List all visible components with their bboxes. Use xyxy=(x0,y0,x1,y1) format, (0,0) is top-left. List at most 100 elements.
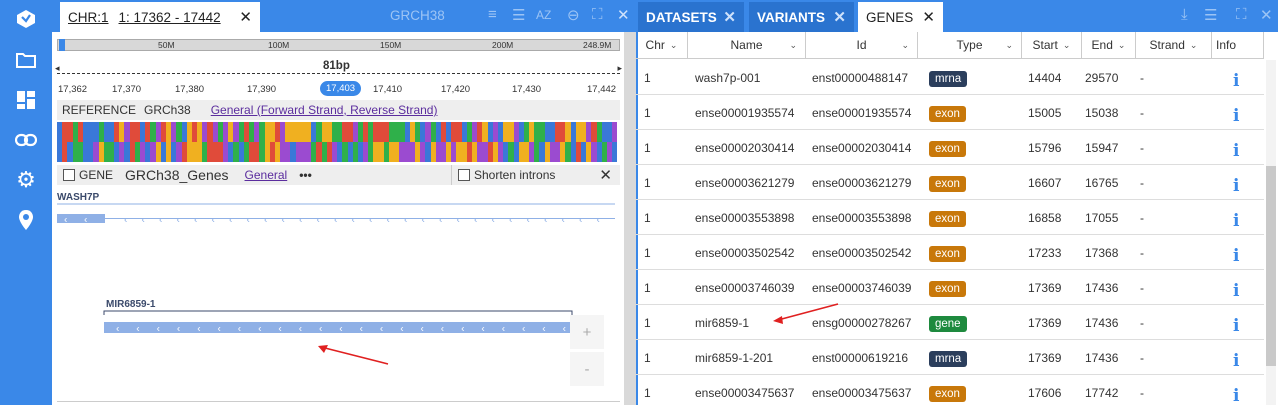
download-icon[interactable]: ⤓ xyxy=(1181,6,1188,23)
column-header-id[interactable]: Id ⌄ xyxy=(806,32,918,59)
location-pin-icon[interactable] xyxy=(13,207,39,233)
column-header-info[interactable]: Info xyxy=(1212,32,1264,59)
tab-chromosome[interactable]: CHR:1 1: 17362 - 17442 ✕ xyxy=(60,2,260,32)
shorten-introns-checkbox[interactable] xyxy=(458,169,470,181)
cell-end: 17436 xyxy=(1085,281,1119,295)
info-icon[interactable]: i xyxy=(1233,281,1239,301)
table-row[interactable]: 1 mir6859-1 ensg00000278267 gene 17369 17436 -… xyxy=(636,305,1264,340)
list-sort-icon[interactable]: ☰ xyxy=(512,6,525,24)
ruler-label: 100M xyxy=(268,40,290,50)
close-icon[interactable]: ✕ xyxy=(239,8,252,26)
menu-icon[interactable]: ☰ xyxy=(1204,6,1217,24)
chevron-left-icon: ‹ xyxy=(339,324,342,335)
close-panel-icon[interactable]: ✕ xyxy=(1260,6,1273,24)
chromosome-ruler[interactable]: 50M 100M 150M 200M 248.9M xyxy=(57,39,620,51)
zoom-in-button[interactable]: + xyxy=(570,315,604,349)
position-tick: 17,420 xyxy=(441,84,471,95)
tab-genes[interactable]: GENES ✕ xyxy=(858,2,943,32)
chevron-left-icon: ‹ xyxy=(544,215,547,226)
close-panel-icon[interactable]: ✕ xyxy=(617,6,630,24)
column-header-end[interactable]: End ⌄ xyxy=(1082,32,1136,59)
tab-datasets[interactable]: DATASETS ✕ xyxy=(638,2,744,32)
close-icon[interactable]: ✕ xyxy=(723,8,736,26)
chevron-left-icon: ‹ xyxy=(481,324,484,335)
info-icon[interactable]: i xyxy=(1233,386,1239,405)
gene-track-link[interactable]: General xyxy=(245,168,288,182)
reference-track-link[interactable]: General (Forward Strand, Reverse Strand) xyxy=(211,103,438,117)
tab-variants[interactable]: VARIANTS ✕ xyxy=(749,2,854,32)
folder-icon[interactable] xyxy=(13,47,39,73)
info-icon[interactable]: i xyxy=(1233,316,1239,336)
info-icon[interactable]: i xyxy=(1233,141,1239,161)
info-icon[interactable]: i xyxy=(1233,106,1239,126)
gear-icon[interactable]: ⚙ xyxy=(13,167,39,193)
fullscreen-icon[interactable]: ⛶ xyxy=(1236,6,1247,23)
cell-strand: - xyxy=(1140,246,1144,260)
table-row[interactable]: 1 ense00003621279 ense00003621279 exon 16607… xyxy=(636,165,1264,200)
column-header-label: Start xyxy=(1032,38,1058,52)
cell-strand: - xyxy=(1140,351,1144,365)
table-row[interactable]: 1 mir6859-1-201 enst00000619216 mrna 17369 17… xyxy=(636,340,1264,375)
close-icon[interactable]: ✕ xyxy=(922,8,935,26)
close-icon[interactable]: ✕ xyxy=(599,166,612,184)
column-header-name[interactable]: Name ⌄ xyxy=(688,32,806,59)
link-icon[interactable] xyxy=(13,127,39,153)
chevron-left-icon: ‹ xyxy=(380,324,383,335)
shorten-introns-toggle[interactable]: Shorten introns xyxy=(451,165,563,185)
table-scrollbar-thumb[interactable] xyxy=(1266,166,1276,366)
gene-checkbox[interactable] xyxy=(63,169,75,181)
sort-az-icon[interactable]: AZ xyxy=(536,8,551,22)
chevron-left-icon: ‹ xyxy=(116,324,119,335)
bp-span-label: 81bp xyxy=(320,60,353,72)
cell-id: ense00003475637 xyxy=(812,386,912,400)
column-header-chr[interactable]: Chr ⌄ xyxy=(636,32,688,59)
info-icon[interactable]: i xyxy=(1233,176,1239,196)
chevron-down-icon[interactable]: ⌄ xyxy=(1005,40,1013,51)
table-row[interactable]: 1 ense00003502542 ense00003502542 exon 17233… xyxy=(636,235,1264,270)
cell-end: 17742 xyxy=(1085,386,1119,400)
gene-track-canvas[interactable]: WASH7P ‹ ‹ ‹ ‹ ‹ ‹ ‹ ‹ ‹ ‹ ‹ ‹ ‹ ‹ ‹ ‹ ‹ ‹ ‹ ‹ ‹ ‹ ‹ ‹ ‹ ‹ ‹ ‹ ‹ ‹ MI… xyxy=(52,187,624,402)
cell-name: ense00003746039 xyxy=(695,281,795,295)
table-row[interactable]: 1 ense00003553898 ense00003553898 exon 16858… xyxy=(636,200,1264,235)
cell-end: 29570 xyxy=(1085,71,1119,85)
type-badge: exon xyxy=(929,211,966,227)
cell-name: ense00003475637 xyxy=(695,386,795,400)
strand-chevrons: ‹ ‹ ‹ ‹ ‹ ‹ ‹ ‹ ‹ ‹ ‹ ‹ ‹ ‹ ‹ ‹ ‹ ‹ ‹ ‹ ‹ ‹ ‹ ‹ ‹ ‹ ‹ ‹ ‹ ‹ xyxy=(64,215,600,226)
cell-end: 17436 xyxy=(1085,351,1119,365)
filter-lines-icon[interactable]: ≡ xyxy=(488,6,497,23)
chevron-down-icon[interactable]: ⌄ xyxy=(670,40,678,51)
cell-id: enst00000488147 xyxy=(812,71,909,85)
panel-divider[interactable] xyxy=(624,32,636,405)
app-logo-icon[interactable] xyxy=(13,6,39,32)
table-row[interactable]: 1 ense00001935574 ense00001935574 exon 15005… xyxy=(636,95,1264,130)
chevron-down-icon[interactable]: ⌄ xyxy=(1190,40,1198,51)
info-icon[interactable]: i xyxy=(1233,351,1239,371)
chevron-down-icon[interactable]: ⌄ xyxy=(789,40,797,51)
table-row[interactable]: 1 ense00002030414 ense00002030414 exon 15796… xyxy=(636,130,1264,165)
column-header-strand[interactable]: Strand ⌄ xyxy=(1136,32,1212,59)
cell-name: ense00003621279 xyxy=(695,176,795,190)
dashboard-icon[interactable] xyxy=(13,87,39,113)
info-icon[interactable]: i xyxy=(1233,246,1239,266)
table-row[interactable]: 1 wash7p-001 enst00000488147 mrna 14404 29570… xyxy=(636,60,1264,95)
zoom-out-button[interactable]: - xyxy=(570,352,604,386)
cell-end: 17055 xyxy=(1085,211,1119,225)
table-row[interactable]: 1 ense00003475637 ense00003475637 exon 17606… xyxy=(636,375,1264,405)
position-tick: 17,442 xyxy=(587,84,617,95)
chevron-left-icon: ‹ xyxy=(177,324,180,335)
info-icon[interactable]: i xyxy=(1233,71,1239,91)
chevron-left-icon: ‹ xyxy=(579,215,582,226)
column-header-type[interactable]: Type ⌄ xyxy=(918,32,1022,59)
tab-variants-label: VARIANTS xyxy=(757,9,826,25)
collapse-circle-icon[interactable]: ⊖ xyxy=(567,6,580,24)
close-icon[interactable]: ✕ xyxy=(833,8,846,26)
gene-check-label: GENE xyxy=(79,168,114,182)
chevron-down-icon[interactable]: ⌄ xyxy=(1063,40,1071,51)
table-row[interactable]: 1 ense00003746039 ense00003746039 exon 17369… xyxy=(636,270,1264,305)
more-options-icon[interactable]: ••• xyxy=(299,168,312,182)
chevron-down-icon[interactable]: ⌄ xyxy=(901,40,909,51)
fullscreen-icon[interactable]: ⛶ xyxy=(592,6,603,23)
info-icon[interactable]: i xyxy=(1233,211,1239,231)
chevron-down-icon[interactable]: ⌄ xyxy=(1118,40,1126,51)
column-header-start[interactable]: Start ⌄ xyxy=(1022,32,1082,59)
